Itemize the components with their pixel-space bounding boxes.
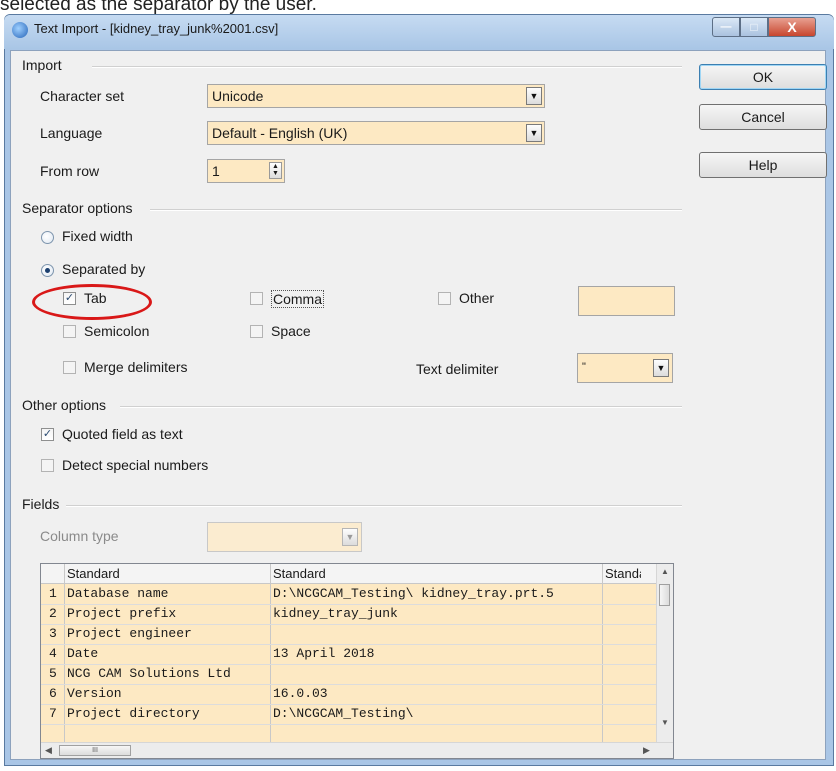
column-header-1[interactable]: Standard (67, 566, 267, 581)
row-number: 5 (49, 666, 57, 681)
window-title: Text Import - [kidney_tray_junk%2001.csv… (34, 21, 279, 36)
caption-text: selected as the separator by the user. (0, 0, 317, 14)
comma-checkbox[interactable] (250, 292, 263, 305)
quoted-field-label[interactable]: Quoted field as text (62, 426, 183, 442)
preview-grid[interactable]: Standard Standard Standard 1 Database na… (40, 563, 674, 759)
column-divider-2 (602, 564, 603, 744)
table-cell[interactable]: kidney_tray_junk (273, 606, 599, 621)
scroll-up-icon[interactable]: ▲ (661, 567, 669, 576)
row-divider (41, 624, 656, 625)
table-cell[interactable]: Version (67, 686, 267, 701)
comma-label[interactable]: Comma (271, 290, 325, 308)
table-cell[interactable]: 13 April 2018 (273, 646, 599, 661)
maximize-icon: □ (750, 20, 758, 34)
row-divider (41, 644, 656, 645)
vertical-scrollbar[interactable]: ▲ ▼ (656, 564, 673, 742)
fixed-width-label[interactable]: Fixed width (62, 228, 133, 244)
table-cell[interactable]: D:\NCGCAM_Testing\ (273, 706, 599, 721)
semicolon-label[interactable]: Semicolon (84, 323, 149, 339)
horizontal-scrollbar[interactable]: ◀ III ▶ (41, 742, 673, 758)
fields-line (66, 505, 682, 507)
table-cell[interactable]: Project engineer (67, 626, 267, 641)
language-dropdown-arrow-icon[interactable]: ▼ (526, 124, 542, 142)
minimize-button[interactable]: — (712, 17, 740, 37)
table-cell[interactable]: NCG CAM Solutions Ltd (67, 666, 267, 681)
from-row-label: From row (40, 163, 100, 179)
column-type-label: Column type (40, 528, 119, 544)
row-number-divider (64, 564, 65, 744)
fixed-width-radio[interactable] (41, 231, 54, 244)
separator-section-line (150, 209, 682, 211)
other-label[interactable]: Other (459, 290, 494, 306)
column-divider-1 (270, 564, 271, 744)
quoted-field-checkbox[interactable]: ✓ (41, 428, 54, 441)
scroll-left-icon[interactable]: ◀ (45, 745, 52, 756)
text-delimiter-label: Text delimiter (416, 361, 499, 377)
language-select[interactable]: Default - English (UK) (207, 121, 545, 145)
charset-label: Character set (40, 88, 125, 104)
row-number: 4 (49, 646, 57, 661)
row-divider (41, 604, 656, 605)
minimize-icon: — (720, 21, 732, 33)
merge-delimiters-checkbox[interactable] (63, 361, 76, 374)
highlight-ellipse (32, 284, 152, 320)
space-checkbox[interactable] (250, 325, 263, 338)
cancel-button[interactable]: Cancel (699, 104, 827, 130)
row-number: 7 (49, 706, 57, 721)
text-delimiter-dropdown-arrow-icon[interactable]: ▼ (653, 359, 669, 377)
scroll-right-icon[interactable]: ▶ (643, 745, 650, 756)
language-label: Language (40, 125, 103, 141)
detect-special-label[interactable]: Detect special numbers (62, 457, 208, 473)
other-checkbox[interactable] (438, 292, 451, 305)
column-header-2[interactable]: Standard (273, 566, 473, 581)
app-icon (12, 22, 28, 38)
row-divider (41, 664, 656, 665)
help-button[interactable]: Help (699, 152, 827, 178)
horizontal-scroll-thumb[interactable]: III (59, 745, 131, 756)
table-cell[interactable]: Date (67, 646, 267, 661)
fields-section-label: Fields (22, 496, 64, 512)
row-number: 1 (49, 586, 57, 601)
ok-button[interactable]: OK (699, 64, 827, 90)
row-number: 6 (49, 686, 57, 701)
column-type-dropdown-arrow-icon[interactable]: ▼ (342, 528, 358, 546)
other-options-line (120, 406, 682, 408)
row-number: 2 (49, 606, 57, 621)
separated-by-label[interactable]: Separated by (62, 261, 145, 277)
table-cell[interactable]: Project directory (67, 706, 267, 721)
table-cell[interactable]: D:\NCGCAM_Testing\ kidney_tray.prt.5 (273, 586, 599, 601)
semicolon-checkbox[interactable] (63, 325, 76, 338)
space-label[interactable]: Space (271, 323, 311, 339)
other-separator-input[interactable] (578, 286, 675, 316)
import-separator-line (92, 66, 682, 68)
detect-special-checkbox[interactable] (41, 459, 54, 472)
separated-by-radio[interactable] (41, 264, 54, 277)
close-icon: X (787, 19, 797, 35)
row-divider (41, 684, 656, 685)
column-type-select[interactable] (207, 522, 362, 552)
separator-section-label: Separator options (22, 200, 137, 216)
row-divider (41, 724, 656, 725)
column-header-3[interactable]: Standard (605, 566, 641, 581)
from-row-spinner-icon[interactable]: ▲ ▼ (269, 162, 282, 179)
table-cell[interactable]: Project prefix (67, 606, 267, 621)
close-button[interactable]: X (768, 17, 816, 37)
row-number: 3 (49, 626, 57, 641)
table-cell[interactable]: Database name (67, 586, 267, 601)
other-options-label: Other options (22, 397, 111, 413)
import-section-label: Import (22, 57, 66, 73)
row-divider (41, 704, 656, 705)
table-cell[interactable]: 16.0.03 (273, 686, 599, 701)
charset-dropdown-arrow-icon[interactable]: ▼ (526, 87, 542, 105)
scroll-down-icon[interactable]: ▼ (661, 718, 669, 727)
merge-delimiters-label[interactable]: Merge delimiters (84, 359, 187, 375)
maximize-button[interactable]: □ (740, 17, 768, 37)
vertical-scroll-thumb[interactable] (659, 584, 670, 606)
charset-select[interactable]: Unicode (207, 84, 545, 108)
